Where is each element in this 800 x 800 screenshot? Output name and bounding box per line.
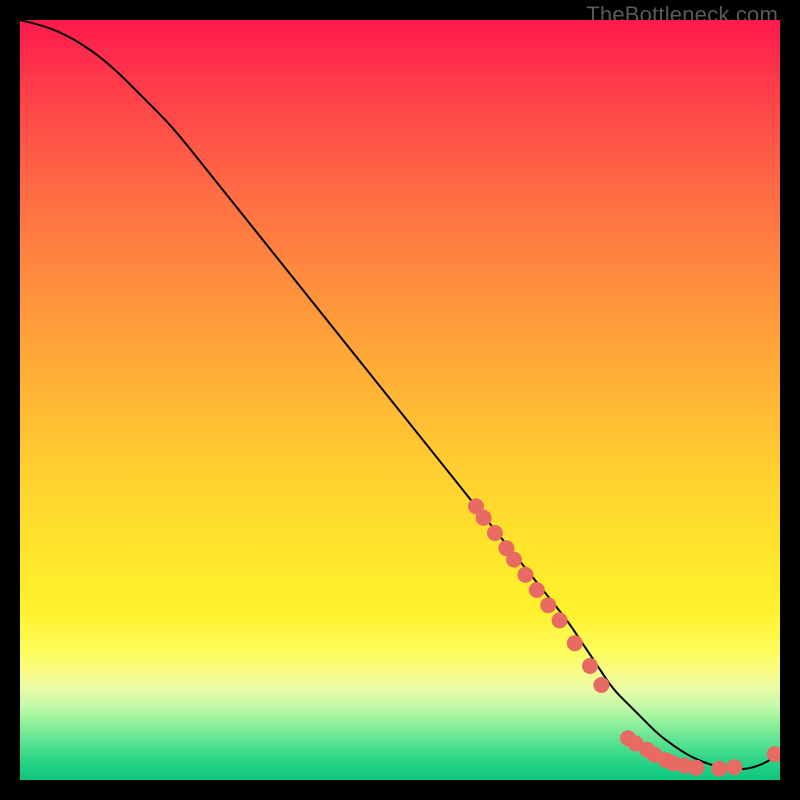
data-point <box>726 759 742 775</box>
data-point <box>593 677 609 693</box>
data-point <box>506 552 522 568</box>
chart-svg <box>20 20 780 780</box>
data-point <box>476 510 492 526</box>
data-point <box>567 635 583 651</box>
data-point <box>517 567 533 583</box>
data-point <box>487 525 503 541</box>
chart-frame: TheBottleneck.com <box>0 0 800 800</box>
bottleneck-curve <box>20 20 780 769</box>
data-point <box>529 582 545 598</box>
data-point <box>582 658 598 674</box>
data-points <box>468 498 780 776</box>
data-point <box>540 597 556 613</box>
data-point <box>711 761 727 777</box>
plot-area <box>20 20 780 780</box>
data-point <box>688 760 704 776</box>
data-point <box>552 612 568 628</box>
